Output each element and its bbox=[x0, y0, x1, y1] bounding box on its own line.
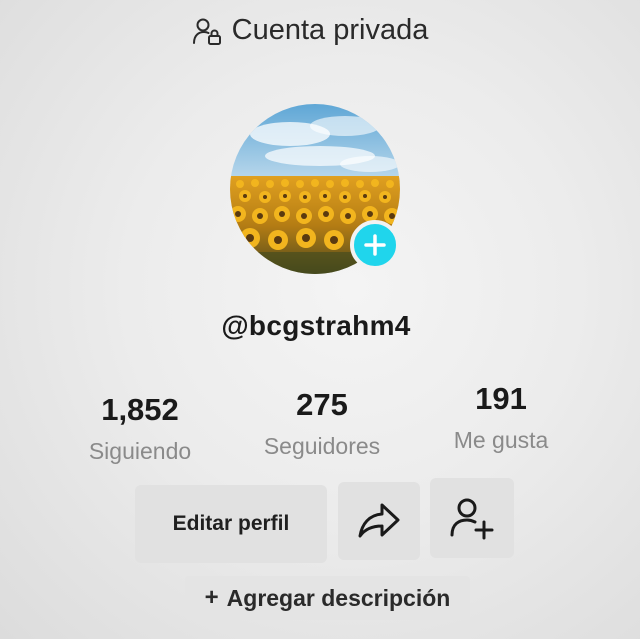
share-profile-button[interactable] bbox=[338, 482, 420, 560]
share-icon bbox=[358, 503, 400, 538]
stat-following[interactable]: 1,852 Siguiendo bbox=[60, 392, 220, 465]
stat-followers[interactable]: 275 Seguidores bbox=[242, 387, 402, 460]
plus-icon: + bbox=[204, 584, 219, 611]
add-description-label: Agregar descripción bbox=[226, 584, 451, 611]
add-friend-icon bbox=[450, 498, 494, 540]
avatar-container[interactable] bbox=[230, 104, 400, 274]
profile-header: Cuenta privada bbox=[0, 14, 620, 47]
username: @bcgstrahm4 bbox=[221, 310, 411, 341]
stat-label: Siguiendo bbox=[88, 438, 192, 464]
header-title: Cuenta privada bbox=[231, 14, 429, 46]
plus-icon bbox=[364, 234, 386, 256]
stat-label: Me gusta bbox=[453, 427, 549, 453]
stat-value: 191 bbox=[475, 381, 527, 416]
edit-profile-button[interactable]: Editar perfil bbox=[135, 485, 327, 563]
stat-value: 275 bbox=[296, 387, 348, 422]
add-photo-button[interactable] bbox=[350, 220, 400, 270]
stat-value: 1,852 bbox=[101, 392, 179, 427]
add-friend-button[interactable] bbox=[430, 478, 514, 558]
private-account-icon bbox=[192, 16, 222, 46]
profile-screen: Cuenta privada @bcgstrahm4 1,852 Siguien… bbox=[0, 0, 640, 639]
stat-label: Seguidores bbox=[263, 433, 381, 459]
add-description-button[interactable]: + Agregar descripción bbox=[185, 576, 470, 620]
stat-likes[interactable]: 191 Me gusta bbox=[421, 381, 581, 454]
